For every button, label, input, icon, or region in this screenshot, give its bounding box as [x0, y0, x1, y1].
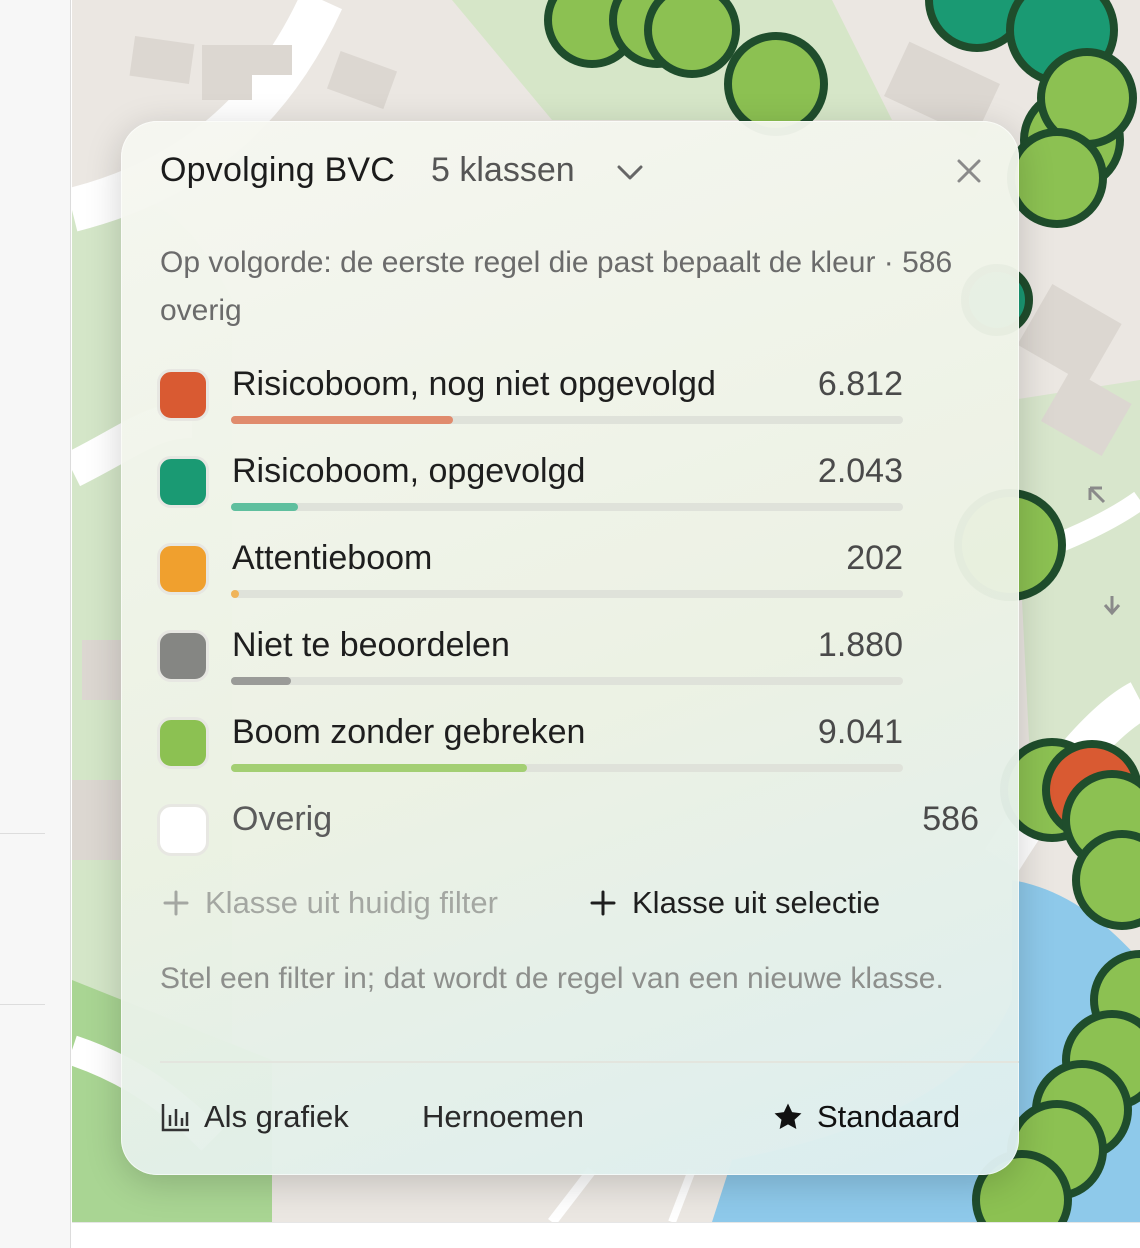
show-as-chart-button[interactable]: Als grafiek [160, 1099, 349, 1135]
other-label: Overig [232, 800, 333, 838]
class-count: 6.812 [817, 365, 903, 403]
class-color-swatch[interactable] [157, 456, 209, 508]
legend-class-row[interactable]: Risicoboom, opgevolgd 2.043 [157, 444, 977, 514]
class-share-fill [231, 590, 240, 598]
rename-button[interactable]: Hernoemen [422, 1099, 584, 1135]
class-share-fill [231, 677, 292, 685]
class-share-fill [231, 764, 527, 772]
legend-class-row[interactable]: Attentieboom 202 [157, 531, 977, 601]
left-sidebar [0, 0, 71, 1248]
close-icon[interactable] [953, 155, 985, 187]
map-bottom-bar [72, 1222, 1140, 1248]
class-label: Attentieboom [232, 539, 433, 577]
add-class-from-filter-button[interactable]: Klasse uit huidig filter [161, 885, 498, 921]
class-label: Boom zonder gebreken [232, 713, 586, 751]
star-icon [771, 1100, 805, 1134]
plus-icon [588, 888, 618, 918]
bar-chart-icon [160, 1101, 192, 1133]
class-label: Risicoboom, nog niet opgevolgd [232, 365, 716, 403]
class-count: 2.043 [817, 452, 903, 490]
legend-class-row[interactable]: Risicoboom, nog niet opgevolgd 6.812 [157, 357, 977, 427]
legend-other-row[interactable]: Overig 586 [157, 792, 979, 862]
class-share-bar [231, 677, 903, 685]
legend-description: Op volgorde: de eerste regel die past be… [160, 246, 953, 327]
legend-title: Opvolging BVC [160, 151, 396, 189]
legend-class-row[interactable]: Niet te beoordelen 1.880 [157, 618, 977, 688]
sidebar-divider [0, 833, 45, 834]
class-count: 9.041 [817, 713, 903, 751]
legend-panel: Opvolging BVC 5 klassen Op volgorde: de … [121, 121, 1019, 1175]
add-class-from-selection-button[interactable]: Klasse uit selectie [588, 885, 880, 921]
other-count: 586 [922, 800, 979, 838]
class-color-swatch[interactable] [157, 369, 209, 421]
other-color-swatch[interactable] [157, 804, 209, 856]
add-class-from-filter-label: Klasse uit huidig filter [205, 885, 498, 920]
show-as-chart-label: Als grafiek [204, 1099, 349, 1134]
set-default-button[interactable]: Standaard [771, 1099, 960, 1135]
class-share-fill [231, 416, 453, 424]
class-color-swatch[interactable] [157, 543, 209, 595]
class-count-label[interactable]: 5 klassen [431, 151, 575, 190]
sidebar-divider [0, 1004, 45, 1005]
class-label: Risicoboom, opgevolgd [232, 452, 586, 490]
class-share-fill [231, 503, 299, 511]
class-count: 202 [846, 539, 903, 577]
filter-hint-text: Stel een filter in; dat wordt de regel v… [160, 962, 944, 995]
class-share-bar [231, 590, 903, 598]
class-color-swatch[interactable] [157, 630, 209, 682]
add-class-from-selection-label: Klasse uit selectie [632, 885, 881, 920]
set-default-label: Standaard [817, 1099, 961, 1134]
legend-class-row[interactable]: Boom zonder gebreken 9.041 [157, 705, 977, 775]
class-share-bar [231, 503, 903, 511]
rename-label: Hernoemen [422, 1099, 584, 1134]
footer-divider [160, 1061, 1019, 1063]
class-color-swatch[interactable] [157, 717, 209, 769]
chevron-down-icon[interactable] [615, 157, 645, 187]
class-label: Niet te beoordelen [232, 626, 510, 664]
class-share-bar [231, 764, 903, 772]
class-share-bar [231, 416, 903, 424]
plus-icon [161, 888, 191, 918]
class-count: 1.880 [817, 626, 903, 664]
